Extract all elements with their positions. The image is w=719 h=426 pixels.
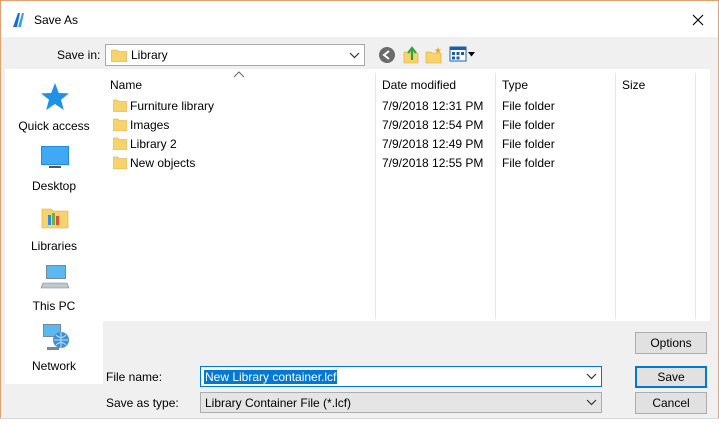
- back-icon[interactable]: [378, 46, 396, 64]
- place-desktop[interactable]: Desktop: [5, 139, 103, 197]
- place-this-pc[interactable]: This PC: [5, 259, 103, 317]
- desktop-icon: [41, 146, 69, 168]
- background-window-strip: [0, 418, 719, 426]
- star-icon: [41, 83, 69, 110]
- folder-icon: [113, 118, 127, 131]
- file-name-label: File name:: [106, 370, 163, 384]
- cancel-button[interactable]: Cancel: [635, 392, 707, 414]
- place-label: Quick access: [18, 119, 90, 133]
- chevron-down-icon: [349, 52, 360, 59]
- chevron-down-icon[interactable]: [586, 371, 597, 382]
- file-list[interactable]: Name Date modified Type Size Furniture l…: [103, 69, 710, 321]
- column-header-date-modified[interactable]: Date modified: [382, 78, 456, 92]
- sort-ascending-icon: [233, 71, 245, 78]
- file-type: File folder: [502, 118, 555, 132]
- view-menu-button[interactable]: [449, 46, 477, 64]
- folder-icon: [111, 49, 127, 62]
- view-icon: [449, 46, 467, 62]
- file-row[interactable]: Images 7/9/2018 12:54 PM File folder: [103, 116, 710, 135]
- folder-icon: [113, 137, 127, 150]
- up-folder-icon[interactable]: [402, 46, 420, 64]
- file-type: File folder: [502, 99, 555, 113]
- place-libraries[interactable]: Libraries: [5, 199, 103, 257]
- file-date: 7/9/2018 12:31 PM: [382, 99, 484, 113]
- file-date: 7/9/2018 12:49 PM: [382, 137, 484, 151]
- column-header-type[interactable]: Type: [502, 78, 528, 92]
- file-name-value: New Library container.lcf: [204, 370, 338, 384]
- network-icon: [43, 324, 69, 350]
- file-type: File folder: [502, 156, 555, 170]
- save-button[interactable]: Save: [635, 366, 707, 388]
- save-as-dialog: Save As Save in: Library Quick access De…: [0, 0, 719, 426]
- place-label: Desktop: [31, 179, 77, 193]
- places-bar: Quick access Desktop Libraries This PC N…: [5, 69, 103, 384]
- place-label: Libraries: [30, 239, 78, 253]
- place-network[interactable]: Network: [5, 319, 103, 377]
- save-in-label: Save in:: [57, 48, 101, 62]
- place-label: This PC: [32, 299, 76, 313]
- chevron-down-icon: [468, 52, 475, 57]
- file-name: Furniture library: [130, 99, 215, 113]
- column-header-size[interactable]: Size: [622, 78, 645, 92]
- file-date: 7/9/2018 12:54 PM: [382, 118, 484, 132]
- app-logo-icon: [13, 13, 24, 27]
- computer-icon: [40, 265, 70, 289]
- file-name: New objects: [130, 156, 196, 170]
- place-label: Network: [31, 359, 76, 373]
- file-row[interactable]: New objects 7/9/2018 12:55 PM File folde…: [103, 154, 710, 173]
- file-name: Library 2: [130, 137, 177, 151]
- file-row[interactable]: Library 2 7/9/2018 12:49 PM File folder: [103, 135, 710, 154]
- file-name: Images: [130, 118, 170, 132]
- folder-icon: [113, 99, 127, 112]
- save-as-type-dropdown[interactable]: Library Container File (*.lcf): [200, 392, 602, 413]
- save-in-value: Library: [131, 48, 168, 62]
- file-date: 7/9/2018 12:55 PM: [382, 156, 484, 170]
- options-button[interactable]: Options: [635, 332, 707, 354]
- place-quick-access[interactable]: Quick access: [5, 79, 103, 137]
- file-name-input[interactable]: New Library container.lcf: [200, 366, 602, 387]
- save-as-type-value: Library Container File (*.lcf): [205, 396, 352, 410]
- libraries-icon: [41, 208, 69, 229]
- title-bar: Save As: [1, 1, 718, 37]
- save-in-dropdown[interactable]: Library: [105, 44, 365, 66]
- close-icon: [692, 14, 704, 26]
- file-row[interactable]: Furniture library 7/9/2018 12:31 PM File…: [103, 97, 710, 116]
- close-button[interactable]: [684, 8, 712, 32]
- file-type: File folder: [502, 137, 555, 151]
- chevron-down-icon: [586, 399, 597, 406]
- folder-icon: [113, 156, 127, 169]
- column-header-name[interactable]: Name: [110, 78, 142, 92]
- window-title: Save As: [34, 13, 79, 27]
- new-folder-icon[interactable]: [425, 46, 443, 64]
- save-as-type-label: Save as type:: [106, 396, 179, 410]
